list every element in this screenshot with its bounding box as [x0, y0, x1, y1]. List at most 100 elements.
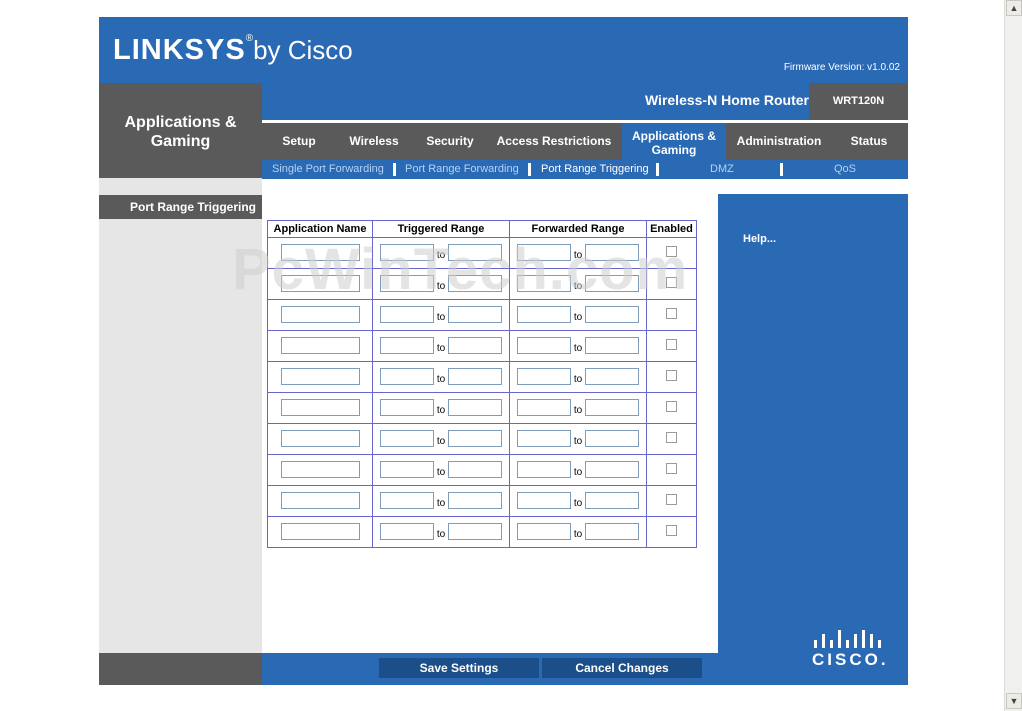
col-application-name: Application Name: [267, 220, 373, 238]
table-row: to to: [267, 485, 697, 517]
triggered-start-input[interactable]: [379, 523, 434, 541]
triggered-end-input[interactable]: [448, 430, 503, 448]
forwarded-start-input[interactable]: [516, 275, 571, 293]
triggered-start-input[interactable]: [379, 368, 434, 386]
subtab-separator: [656, 163, 659, 176]
col-triggered-range: Triggered Range: [372, 220, 510, 238]
triggered-start-input[interactable]: [379, 399, 434, 417]
forwarded-range-cell: to: [509, 516, 647, 548]
triggered-end-input[interactable]: [448, 306, 503, 324]
product-name: Wireless-N Home Router: [644, 92, 809, 108]
application-name-input[interactable]: [280, 275, 360, 293]
application-name-input[interactable]: [280, 244, 360, 262]
tab-status[interactable]: Status: [846, 123, 892, 160]
vertical-scrollbar[interactable]: ▲ ▼: [1004, 0, 1022, 711]
triggered-end-input[interactable]: [448, 244, 503, 262]
enabled-checkbox[interactable]: [666, 339, 677, 350]
forwarded-start-input[interactable]: [516, 430, 571, 448]
to-label: to: [436, 374, 446, 386]
triggered-start-input[interactable]: [379, 244, 434, 262]
subtab-separator: [393, 163, 396, 176]
tab-security[interactable]: Security: [418, 123, 482, 160]
forwarded-start-input[interactable]: [516, 461, 571, 479]
subtab-port-range-triggering[interactable]: Port Range Triggering: [541, 160, 649, 179]
triggered-range-cell: to: [372, 237, 510, 269]
application-name-input[interactable]: [280, 430, 360, 448]
triggered-start-input[interactable]: [379, 306, 434, 324]
enabled-checkbox[interactable]: [666, 246, 677, 257]
table-row: to to: [267, 516, 697, 548]
tab-wireless[interactable]: Wireless: [340, 123, 408, 160]
forwarded-end-input[interactable]: [585, 306, 640, 324]
forwarded-start-input[interactable]: [516, 492, 571, 510]
triggered-end-input[interactable]: [448, 368, 503, 386]
application-name-input[interactable]: [280, 337, 360, 355]
save-settings-button[interactable]: Save Settings: [379, 658, 539, 678]
tab-administration[interactable]: Administration: [732, 123, 826, 160]
application-name-input[interactable]: [280, 368, 360, 386]
forwarded-start-input[interactable]: [516, 244, 571, 262]
enabled-checkbox[interactable]: [666, 308, 677, 319]
forwarded-range-cell: to: [509, 454, 647, 486]
scroll-up-icon[interactable]: ▲: [1006, 0, 1022, 16]
enabled-checkbox[interactable]: [666, 463, 677, 474]
enabled-checkbox[interactable]: [666, 370, 677, 381]
app-name-cell: [267, 485, 373, 517]
help-link[interactable]: Help...: [743, 233, 776, 245]
subtab-port-range-forwarding[interactable]: Port Range Forwarding: [405, 160, 519, 179]
forwarded-end-input[interactable]: [585, 399, 640, 417]
forwarded-end-input[interactable]: [585, 337, 640, 355]
application-name-input[interactable]: [280, 306, 360, 324]
app-name-cell: [267, 361, 373, 393]
enabled-checkbox[interactable]: [666, 494, 677, 505]
to-label: to: [573, 374, 583, 386]
forwarded-range-cell: to: [509, 237, 647, 269]
triggered-end-input[interactable]: [448, 461, 503, 479]
enabled-checkbox[interactable]: [666, 401, 677, 412]
forwarded-end-input[interactable]: [585, 275, 640, 293]
tab-applications-gaming[interactable]: Applications & Gaming: [622, 123, 726, 160]
forwarded-range-cell: to: [509, 423, 647, 455]
cancel-changes-button[interactable]: Cancel Changes: [542, 658, 702, 678]
forwarded-start-input[interactable]: [516, 306, 571, 324]
subtab-qos[interactable]: QoS: [834, 160, 856, 179]
subtab-separator: [528, 163, 531, 176]
forwarded-start-input[interactable]: [516, 337, 571, 355]
triggered-start-input[interactable]: [379, 275, 434, 293]
triggered-start-input[interactable]: [379, 492, 434, 510]
forwarded-end-input[interactable]: [585, 492, 640, 510]
triggered-start-input[interactable]: [379, 461, 434, 479]
enabled-cell: [646, 299, 697, 331]
application-name-input[interactable]: [280, 523, 360, 541]
enabled-checkbox[interactable]: [666, 432, 677, 443]
forwarded-range-cell: to: [509, 485, 647, 517]
subtab-single-port-forwarding[interactable]: Single Port Forwarding: [272, 160, 384, 179]
forwarded-start-input[interactable]: [516, 399, 571, 417]
enabled-checkbox[interactable]: [666, 525, 677, 536]
tab-access-restrictions[interactable]: Access Restrictions: [492, 123, 616, 160]
forwarded-end-input[interactable]: [585, 430, 640, 448]
to-label: to: [573, 436, 583, 448]
triggered-start-input[interactable]: [379, 337, 434, 355]
triggered-end-input[interactable]: [448, 523, 503, 541]
application-name-input[interactable]: [280, 399, 360, 417]
forwarded-end-input[interactable]: [585, 244, 640, 262]
forwarded-start-input[interactable]: [516, 523, 571, 541]
application-name-input[interactable]: [280, 492, 360, 510]
triggered-end-input[interactable]: [448, 337, 503, 355]
triggered-end-input[interactable]: [448, 399, 503, 417]
enabled-checkbox[interactable]: [666, 277, 677, 288]
scroll-down-icon[interactable]: ▼: [1006, 693, 1022, 709]
triggered-end-input[interactable]: [448, 492, 503, 510]
triggered-end-input[interactable]: [448, 275, 503, 293]
triggered-start-input[interactable]: [379, 430, 434, 448]
tab-setup[interactable]: Setup: [270, 123, 328, 160]
subtab-dmz[interactable]: DMZ: [710, 160, 734, 179]
forwarded-start-input[interactable]: [516, 368, 571, 386]
forwarded-end-input[interactable]: [585, 523, 640, 541]
application-name-input[interactable]: [280, 461, 360, 479]
forwarded-end-input[interactable]: [585, 461, 640, 479]
forwarded-end-input[interactable]: [585, 368, 640, 386]
to-label: to: [573, 498, 583, 510]
triggered-range-cell: to: [372, 299, 510, 331]
